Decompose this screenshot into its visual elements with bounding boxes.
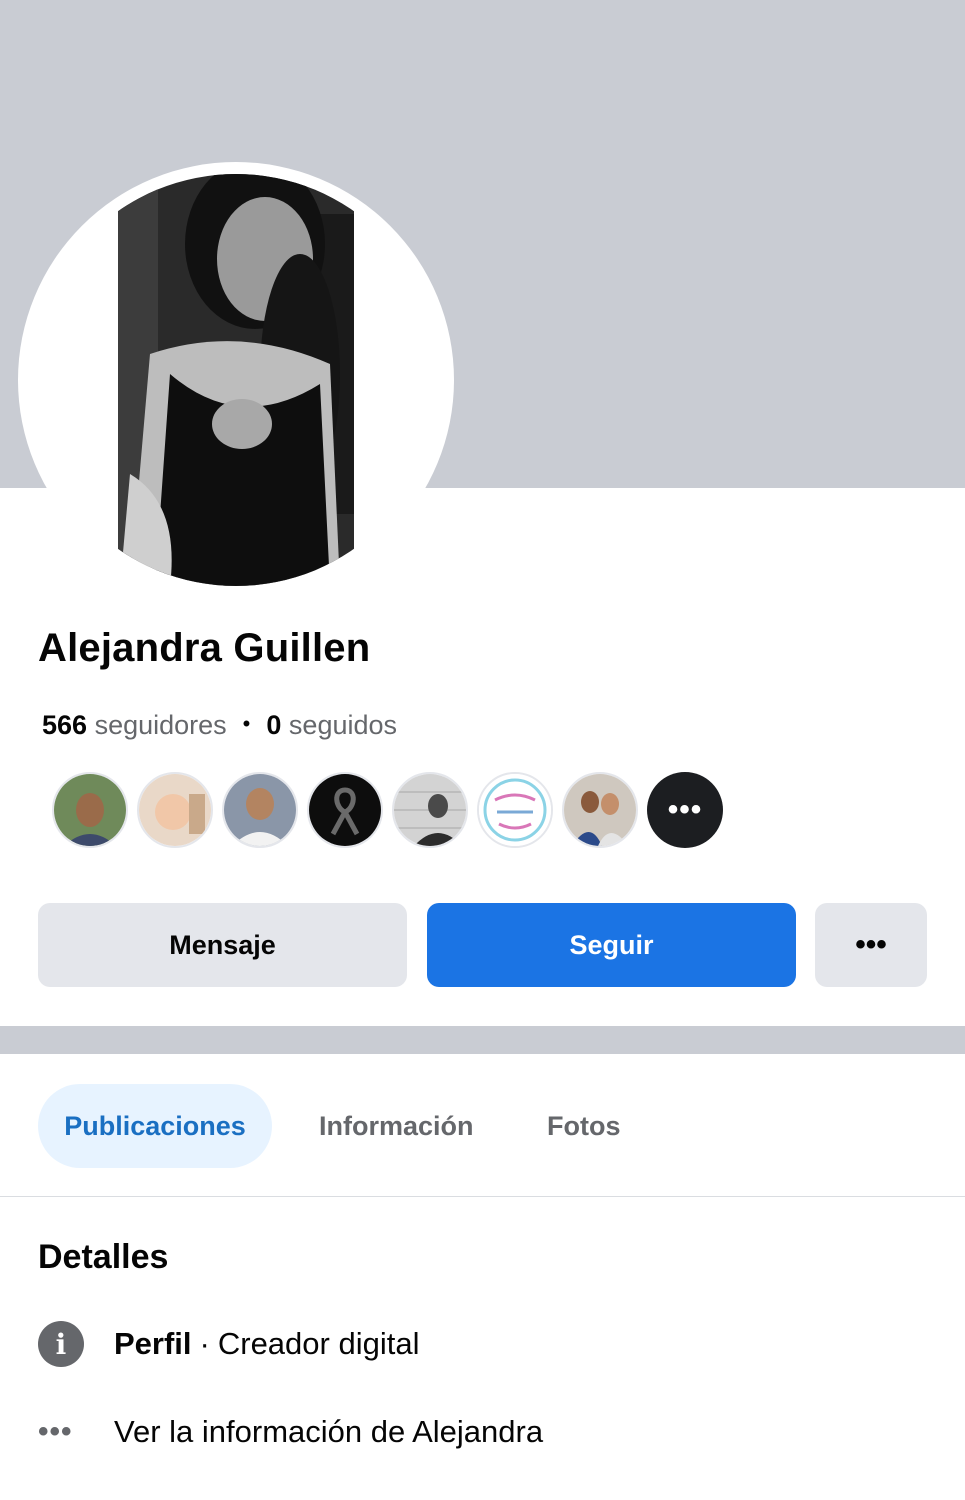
friends-avatar-row: ••• — [52, 772, 723, 848]
more-options-button[interactable]: ••• — [815, 903, 927, 987]
followers-label[interactable]: seguidores — [95, 710, 227, 740]
friend-avatar-2[interactable] — [137, 772, 213, 848]
friend-avatar-7[interactable] — [562, 772, 638, 848]
detail-profile-value: Creador digital — [217, 1326, 420, 1361]
more-friends-button[interactable]: ••• — [647, 772, 723, 848]
detail-profile-type: i Perfil · Creador digital — [38, 1320, 419, 1368]
profile-picture[interactable] — [30, 174, 442, 586]
section-divider — [0, 1026, 965, 1054]
more-dots-icon: ••• — [38, 1415, 73, 1448]
followers-count[interactable]: 566 — [42, 710, 87, 740]
following-label[interactable]: seguidos — [289, 710, 397, 740]
mourning-ribbon-avatar[interactable] — [307, 772, 383, 848]
tab-posts[interactable]: Publicaciones — [38, 1084, 272, 1168]
details-title: Detalles — [38, 1238, 169, 1276]
friend-avatar-5[interactable] — [392, 772, 468, 848]
message-button[interactable]: Mensaje — [38, 903, 407, 987]
friend-avatar-1[interactable] — [52, 772, 128, 848]
detail-profile-label: Perfil — [114, 1326, 192, 1361]
follow-button[interactable]: Seguir — [427, 903, 796, 987]
tab-photos[interactable]: Fotos — [547, 1084, 621, 1168]
stats-separator: • — [242, 711, 251, 736]
profile-photo-image — [30, 174, 442, 586]
tabs-divider — [0, 1196, 965, 1197]
see-more-info-link[interactable]: ••• Ver la información de Alejandra — [38, 1408, 543, 1456]
info-icon: i — [38, 1321, 84, 1367]
friend-avatar-3[interactable] — [222, 772, 298, 848]
detail-separator: · — [199, 1326, 210, 1361]
page-logo-avatar[interactable] — [477, 772, 553, 848]
follow-stats: 566 seguidores • 0 seguidos — [42, 710, 397, 741]
tab-about[interactable]: Información — [319, 1084, 474, 1168]
following-count[interactable]: 0 — [266, 710, 281, 740]
profile-name: Alejandra Guillen — [38, 626, 371, 670]
see-more-info-label[interactable]: Ver la información de Alejandra — [114, 1414, 543, 1450]
